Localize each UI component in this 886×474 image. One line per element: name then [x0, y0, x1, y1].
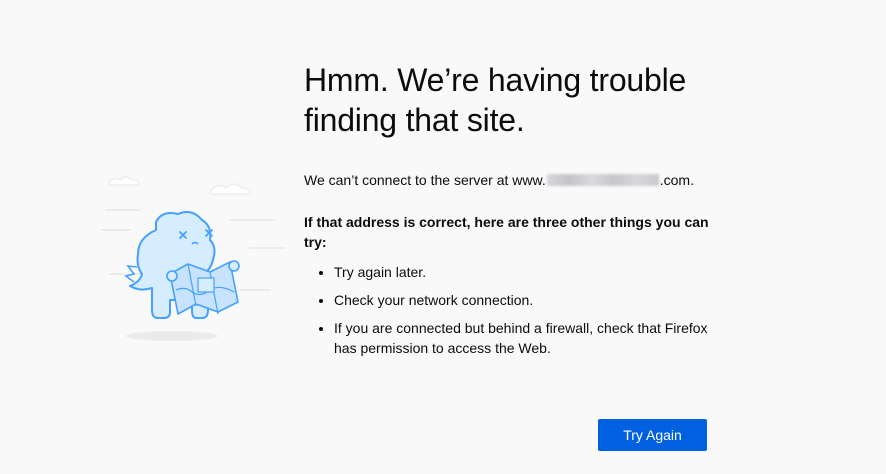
page-title: Hmm. We’re having trouble finding that si… — [304, 60, 714, 140]
error-content: Hmm. We’re having trouble finding that si… — [304, 60, 714, 366]
error-description-prefix: We can’t connect to the server at www. — [304, 172, 546, 188]
suggestion-item: Try again later. — [334, 262, 714, 282]
confused-dinosaur-with-map-icon — [101, 176, 286, 341]
try-again-button[interactable]: Try Again — [598, 419, 707, 451]
suggestion-item: If you are connected but behind a firewa… — [334, 318, 714, 358]
suggestions-list: Try again later. Check your network conn… — [304, 262, 714, 358]
page-title-line2: finding that site. — [304, 102, 525, 138]
page-title-line1: Hmm. We’re having trouble — [304, 62, 687, 98]
error-page: Hmm. We’re having trouble finding that si… — [0, 0, 886, 474]
suggestions-heading: If that address is correct, here are thr… — [304, 214, 709, 250]
error-description: We can’t connect to the server at www. .c… — [304, 170, 714, 190]
suggestion-item: Check your network connection. — [334, 290, 714, 310]
redacted-domain — [546, 174, 659, 186]
error-description-suffix: .com. — [659, 172, 694, 188]
